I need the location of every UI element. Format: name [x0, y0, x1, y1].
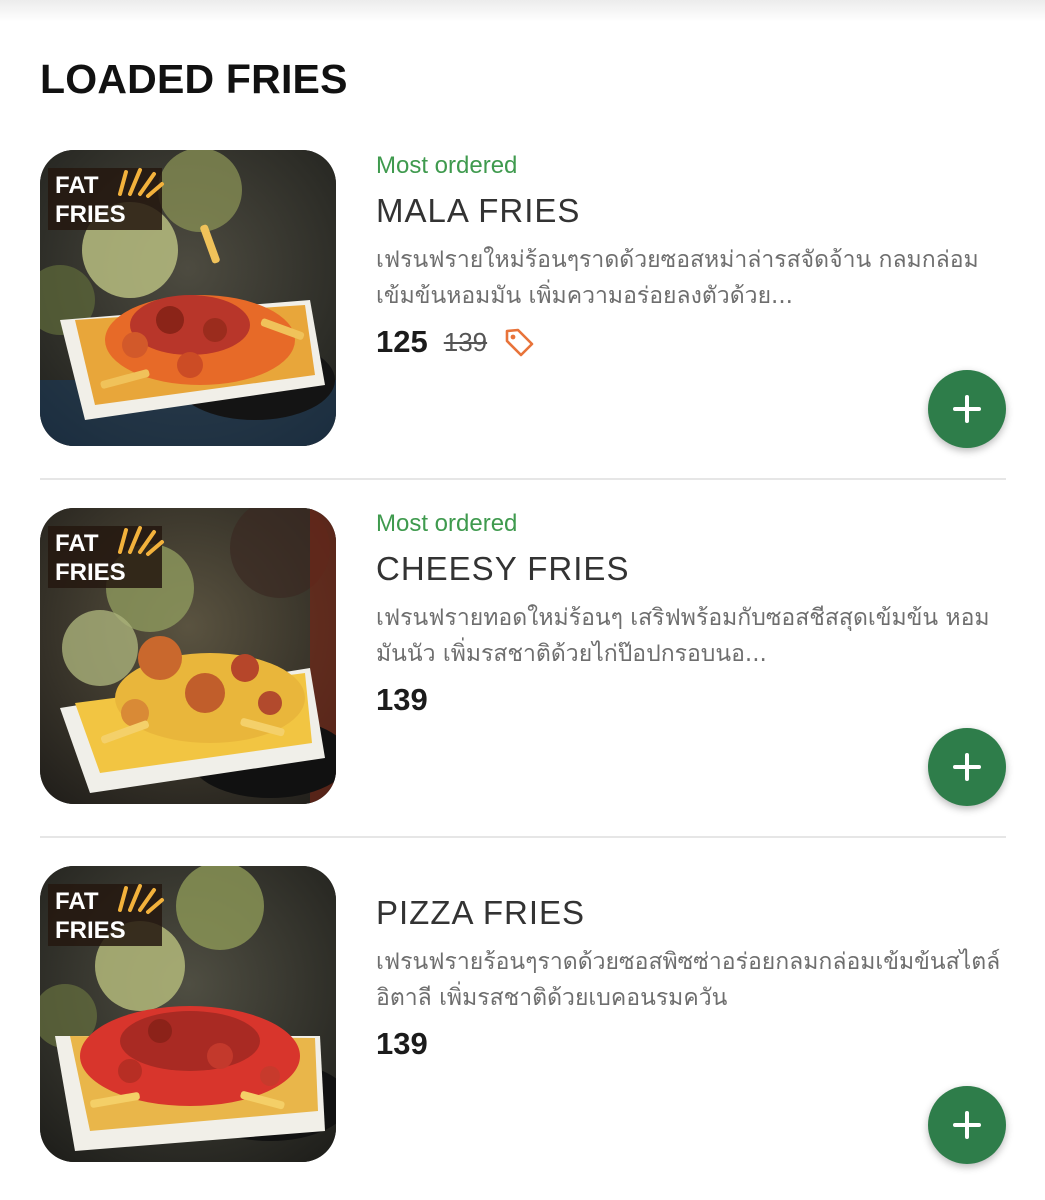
fries-photo: FAT FRIES: [40, 866, 336, 1162]
svg-text:FRIES: FRIES: [55, 917, 126, 944]
product-image[interactable]: FAT FRIES: [40, 150, 336, 446]
fries-photo: FAT FRIES: [40, 508, 336, 804]
header-shadow: [0, 0, 1045, 22]
fries-photo: FAT FRIES: [40, 150, 336, 446]
divider: [40, 478, 1006, 480]
divider: [40, 836, 1006, 838]
product-image[interactable]: FAT FRIES: [40, 508, 336, 804]
price: 139: [376, 682, 428, 717]
price-row: 139: [376, 1026, 428, 1062]
original-price: 139: [443, 326, 488, 357]
add-to-cart-button[interactable]: [928, 728, 1006, 806]
menu-item-mala-fries[interactable]: FAT FRIES Most ordered MALA FRIES เฟรนฟร…: [40, 150, 1006, 508]
svg-text:FRIES: FRIES: [55, 201, 126, 228]
product-description: เฟรนฟรายใหม่ร้อนๆราดด้วยซอสหม่าล่ารสจัดจ…: [376, 247, 979, 309]
price-row: 125 139: [376, 324, 535, 360]
menu-item-cheesy-fries[interactable]: FAT FRIES Most ordered CHEESY FRIES เฟรน…: [40, 508, 1006, 866]
most-ordered-badge: Most ordered: [376, 510, 518, 537]
svg-text:FAT: FAT: [55, 530, 99, 557]
price-row: 139: [376, 682, 428, 718]
product-name[interactable]: CHEESY FRIES: [376, 550, 629, 588]
product-description: เฟรนฟรายร้อนๆราดด้วยซอสพิซซ่าอร่อยกลมกล่…: [376, 949, 1001, 1011]
plus-icon: [953, 1111, 981, 1139]
menu-list: FAT FRIES Most ordered MALA FRIES เฟรนฟร…: [40, 150, 1006, 1200]
product-image[interactable]: FAT FRIES: [40, 866, 336, 1162]
price: 125: [376, 324, 428, 359]
add-to-cart-button[interactable]: [928, 1086, 1006, 1164]
product-description: เฟรนฟรายทอดใหม่ร้อนๆ เสริฟพร้อมกับซอสชีส…: [376, 605, 990, 667]
menu-item-pizza-fries[interactable]: FAT FRIES PIZZA FRIES เฟรนฟรายร้อนๆราดด้…: [40, 866, 1006, 1200]
discount-tag-icon: [505, 328, 534, 357]
svg-text:FAT: FAT: [55, 888, 99, 915]
add-to-cart-button[interactable]: [928, 370, 1006, 448]
svg-text:FAT: FAT: [55, 172, 99, 199]
product-name[interactable]: PIZZA FRIES: [376, 894, 585, 932]
price: 139: [376, 1026, 428, 1061]
plus-icon: [953, 395, 981, 423]
svg-text:FRIES: FRIES: [55, 559, 126, 586]
most-ordered-badge: Most ordered: [376, 152, 518, 179]
product-name[interactable]: MALA FRIES: [376, 192, 580, 230]
plus-icon: [953, 753, 981, 781]
section-title: LOADED FRIES: [40, 56, 348, 102]
